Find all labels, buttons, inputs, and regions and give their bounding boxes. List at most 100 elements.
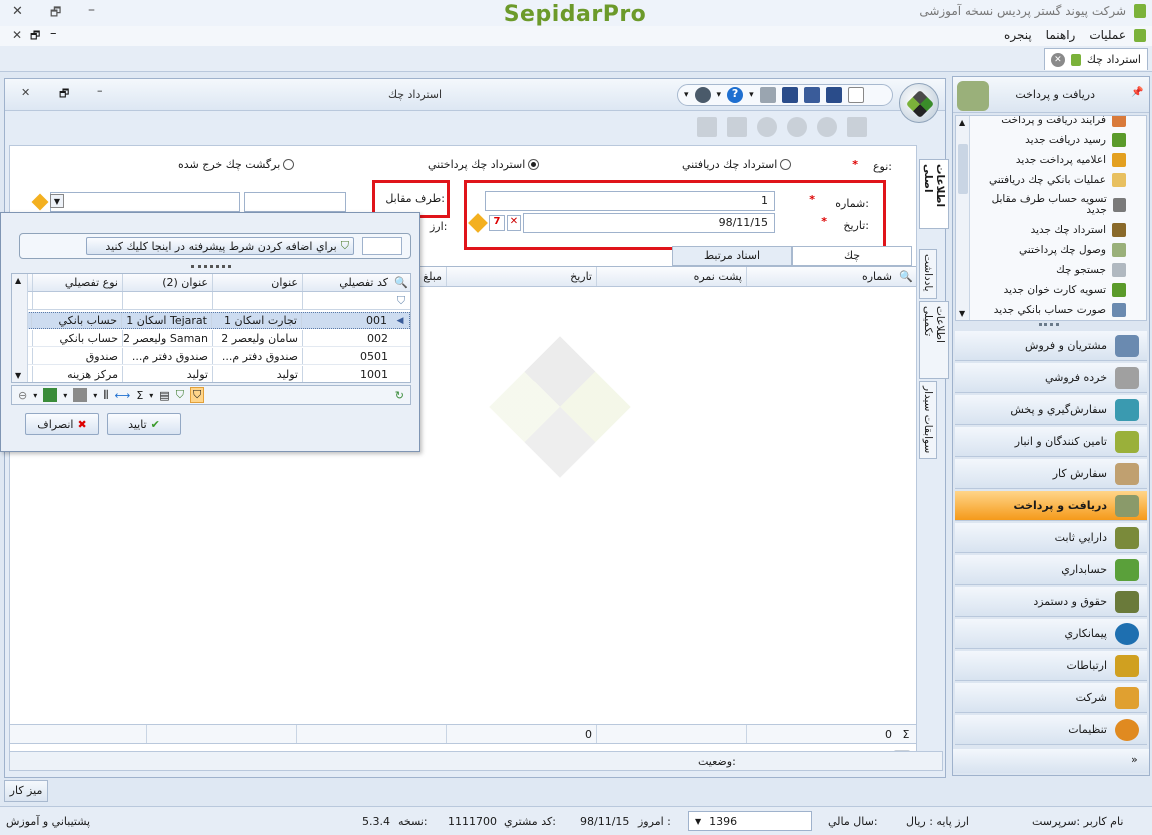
delete-icon[interactable] <box>817 117 837 137</box>
nav-sub-item[interactable]: فرايند دريافت و پرداخت <box>1001 116 1126 130</box>
col-number[interactable]: شماره <box>746 267 896 286</box>
forward-icon[interactable] <box>787 117 807 137</box>
radio-selected-icon[interactable] <box>528 159 540 170</box>
tab-cheque[interactable]: چك <box>792 246 912 266</box>
nav-group-work-order[interactable]: سفارش كار <box>955 459 1147 489</box>
nav-sub-item[interactable]: اعلاميه پرداخت جديد <box>1016 150 1126 170</box>
nav-sub-item[interactable]: تسويه حساب طرف مقابل جديد <box>976 190 1126 220</box>
save-new-icon[interactable] <box>803 87 820 103</box>
fit-columns-icon[interactable]: ⟷ <box>115 389 131 402</box>
number-input[interactable]: 1 <box>485 191 775 211</box>
nav-group-accounting[interactable]: حسابداري <box>955 555 1147 585</box>
nav-group-retail[interactable]: خرده فروشي <box>955 363 1147 393</box>
col-title[interactable]: عنوان <box>212 274 302 291</box>
back-icon[interactable] <box>757 117 777 137</box>
nav-sub-item[interactable]: وصول چك پرداختني <box>1019 240 1126 260</box>
nav-sub-item[interactable]: صورت حساب بانكي جديد <box>994 300 1126 320</box>
cancel-button[interactable]: انصراف ✖ <box>25 413 99 435</box>
print-icon[interactable] <box>73 388 88 402</box>
side-tab-main-info[interactable]: اطلاعات اصلی <box>919 159 949 229</box>
form-logo-orb[interactable] <box>899 83 939 123</box>
active-filter-icon[interactable]: ⛉ <box>189 387 205 403</box>
print-icon[interactable] <box>759 87 776 103</box>
side-tab-history[interactable]: سوابقات سیدار <box>919 381 937 459</box>
close-doc-icon[interactable]: ✕ <box>12 28 22 42</box>
col-detail-code[interactable]: كد تفصيلي <box>302 274 392 291</box>
advanced-filter-button[interactable]: براي اضافه كردن شرط پيشرفته در اينجا كلي… <box>86 237 354 255</box>
menu-window[interactable]: پنجره <box>1004 28 1032 42</box>
col-date[interactable]: تاريخ <box>446 267 596 286</box>
nav-group-ordering-distribution[interactable]: سفارش‌گيري و پخش <box>955 395 1147 425</box>
radio-icon[interactable] <box>283 159 295 170</box>
type-option-received[interactable]: استرداد چك دريافتني <box>682 158 792 171</box>
excel-export-icon[interactable] <box>43 388 58 402</box>
grid-search-icon[interactable]: 🔍 <box>896 270 916 283</box>
nav-group-communications[interactable]: ارتباطات <box>955 651 1147 681</box>
nav-sub-item[interactable]: رسيد دريافت جديد <box>1025 130 1126 150</box>
minimize-doc-icon[interactable]: – <box>50 26 57 41</box>
date-input[interactable]: 98/11/15 <box>523 213 775 233</box>
ok-button[interactable]: تاييد ✔ <box>107 413 181 435</box>
close-tab-icon[interactable]: ✕ <box>1050 52 1065 67</box>
nav-group-suppliers-inventory[interactable]: تامين كنندگان و انبار <box>955 427 1147 457</box>
form-minimize-icon[interactable]: – <box>97 84 103 97</box>
counterparty-input[interactable] <box>50 192 240 212</box>
lookup-row[interactable]: 1001 توليد توليد مركز هزينه <box>12 366 410 382</box>
new-document-icon[interactable] <box>847 87 864 103</box>
lookup-search-icon[interactable]: 🔍 <box>392 276 410 289</box>
tab-related-documents[interactable]: اسناد مرتبط <box>672 246 792 266</box>
options-icon[interactable]: ⊖ <box>18 389 27 402</box>
tools-icon[interactable] <box>694 87 711 103</box>
lookup-scrollbar[interactable]: ▲ ▼ <box>12 274 28 382</box>
menu-help[interactable]: راهنما <box>1046 28 1076 42</box>
restore-doc-icon[interactable]: 🗗 <box>30 27 40 46</box>
col-detail-type[interactable]: نوع تفصيلي <box>32 274 122 291</box>
close-app-icon[interactable]: ✕ <box>12 4 23 19</box>
nav-sub-item[interactable]: جستجو چك <box>1056 260 1126 280</box>
pin-icon[interactable]: 📌 <box>1131 87 1143 98</box>
counterparty-dropdown-icon[interactable]: ▼ <box>50 194 64 208</box>
fiscal-year-select[interactable]: ▼ 1396 <box>688 811 812 831</box>
lookup-row[interactable]: ◀ 001 تجارت اسكان 1 Tejarat اسكان 1 حساب… <box>12 312 410 329</box>
nav-group-settings[interactable]: تنظيمات <box>955 715 1147 745</box>
new-icon[interactable] <box>847 117 867 137</box>
row-filter-icon[interactable]: ⛉ <box>392 294 410 308</box>
form-close-icon[interactable]: ✕ <box>21 86 30 99</box>
group-icon[interactable]: ▤ <box>159 389 169 402</box>
nav-splitter[interactable] <box>1039 323 1059 326</box>
desk-tab[interactable]: ميز كار <box>4 780 48 802</box>
type-option-spent-return[interactable]: برگشت چك خرج شده <box>178 158 295 171</box>
nav-group-company[interactable]: شركت <box>955 683 1147 713</box>
radio-icon[interactable] <box>780 159 792 170</box>
save-close-icon[interactable] <box>825 87 842 103</box>
counterparty-code-input[interactable] <box>244 192 346 212</box>
side-tab-extra-info[interactable]: اطلاعات تکمیلی <box>919 301 949 379</box>
copy-icon[interactable] <box>727 117 747 137</box>
toolbar-dropdown-icon[interactable]: ▾ <box>684 90 689 100</box>
restore-app-icon[interactable]: 🗗 <box>50 3 61 24</box>
col-back-number[interactable]: پشت نمره <box>596 267 746 286</box>
nav-group-payroll[interactable]: حقوق و دستمزد <box>955 587 1147 617</box>
nav-sub-item[interactable]: استرداد چك جديد <box>1031 220 1126 240</box>
save-icon[interactable] <box>781 87 798 103</box>
nav-group-fixed-assets[interactable]: دارايي ثابت <box>955 523 1147 553</box>
refresh-icon[interactable]: ↻ <box>395 389 404 402</box>
nav-group-receipt-payment[interactable]: دريافت و پرداخت <box>955 491 1147 521</box>
clear-date-icon[interactable]: ✕ <box>507 215 521 231</box>
splitter-grip[interactable] <box>191 265 231 268</box>
nav-sub-scrollbar[interactable]: ▲ ▼ <box>956 116 970 320</box>
filter-input[interactable] <box>362 237 402 255</box>
lookup-row[interactable]: 0501 صندوق دفتر م... صندوق دفتر م... صند… <box>12 348 410 365</box>
columns-icon[interactable]: ⦀ <box>103 388 108 403</box>
filter-icon[interactable]: ⛉ <box>176 388 184 402</box>
type-option-paid[interactable]: استرداد چك پرداختني <box>428 158 540 171</box>
nav-sub-item[interactable]: عمليات بانكي چك دريافتني <box>989 170 1126 190</box>
side-tab-notes[interactable]: یادداشت <box>919 249 937 299</box>
calendar-icon[interactable]: 7 <box>489 215 505 231</box>
doc-tab-cheque-return[interactable]: ✕ استرداد چك <box>1043 48 1148 70</box>
sum-icon[interactable]: Σ <box>136 389 143 402</box>
nav-group-contracting[interactable]: پيمانكاري <box>955 619 1147 649</box>
nav-expand-icon[interactable]: » <box>1131 753 1138 766</box>
help-icon[interactable]: ? <box>727 87 744 103</box>
nav-sub-item[interactable]: تسويه كارت خوان جديد <box>1004 280 1126 300</box>
